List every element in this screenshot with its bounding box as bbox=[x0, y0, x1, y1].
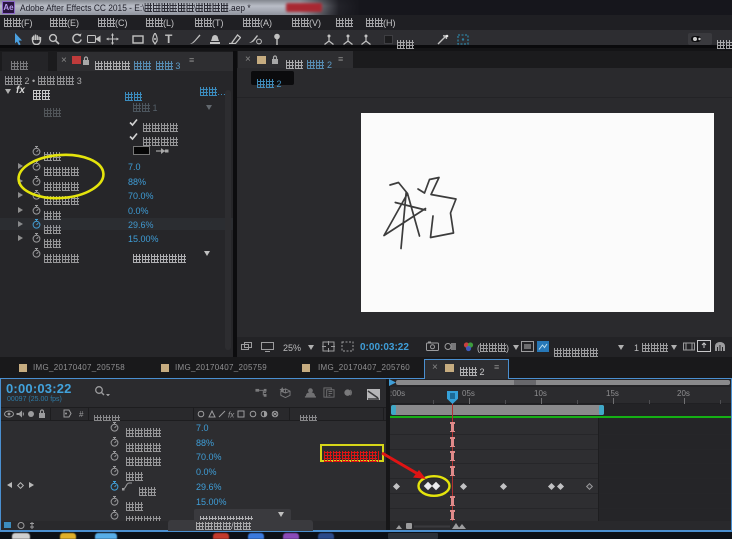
svg-text:fx: fx bbox=[228, 411, 235, 420]
